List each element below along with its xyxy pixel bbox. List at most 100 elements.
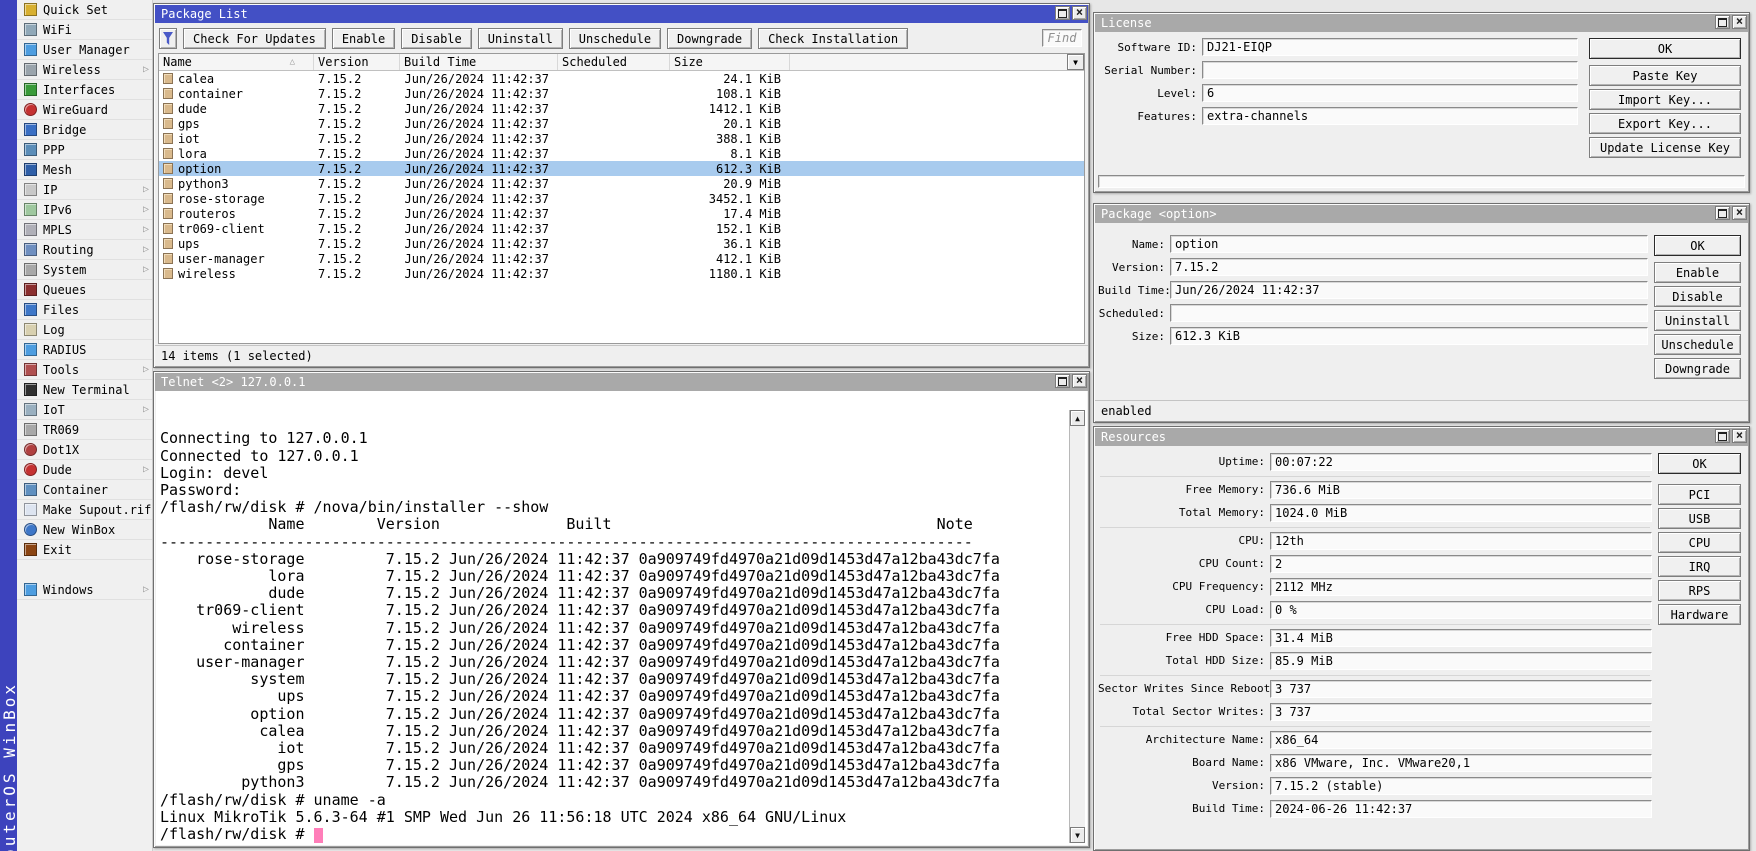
filter-button[interactable] [159, 28, 177, 49]
sidebar-item-dot1x[interactable]: Dot1X [17, 440, 152, 460]
table-row-routeros[interactable]: routeros7.15.2Jun/26/2024 11:42:3717.4 M… [159, 206, 1084, 221]
table-row-dude[interactable]: dude7.15.2Jun/26/2024 11:42:371412.1 KiB [159, 101, 1084, 116]
check-installation-button[interactable]: Check Installation [758, 28, 908, 49]
field-sector-writes-since-reboot[interactable]: 3 737 [1270, 680, 1652, 698]
table-row-tr069-client[interactable]: tr069-client7.15.2Jun/26/2024 11:42:3715… [159, 221, 1084, 236]
maximize-icon[interactable] [1715, 206, 1730, 220]
find-button[interactable]: Find [1042, 29, 1082, 47]
enable-button[interactable]: Enable [1654, 262, 1741, 283]
sidebar-item-wireguard[interactable]: WireGuard [17, 100, 152, 120]
table-row-calea[interactable]: calea7.15.2Jun/26/2024 11:42:3724.1 KiB [159, 71, 1084, 86]
field-build-time[interactable]: Jun/26/2024 11:42:37 [1170, 281, 1648, 299]
field-total-memory[interactable]: 1024.0 MiB [1270, 504, 1652, 522]
sidebar-item-system[interactable]: System [17, 260, 152, 280]
package-option-titlebar[interactable]: Package <option> [1095, 205, 1748, 223]
package-list-titlebar[interactable]: Package List [155, 5, 1088, 23]
sidebar-item-routing[interactable]: Routing [17, 240, 152, 260]
sidebar-item-tr069[interactable]: TR069 [17, 420, 152, 440]
sidebar-item-wifi[interactable]: WiFi [17, 20, 152, 40]
table-row-ups[interactable]: ups7.15.2Jun/26/2024 11:42:3736.1 KiB [159, 236, 1084, 251]
field-build-time[interactable]: 2024-06-26 11:42:37 [1270, 800, 1652, 818]
unschedule-button[interactable]: Unschedule [569, 28, 661, 49]
table-row-python3[interactable]: python37.15.2Jun/26/2024 11:42:3720.9 Mi… [159, 176, 1084, 191]
uninstall-button[interactable]: Uninstall [478, 28, 563, 49]
field-cpu-count[interactable]: 2 [1270, 555, 1652, 573]
field-free-hdd-space[interactable]: 31.4 MiB [1270, 629, 1652, 647]
resources-titlebar[interactable]: Resources [1095, 428, 1748, 446]
maximize-icon[interactable] [1055, 374, 1070, 388]
sidebar-item-radius[interactable]: RADIUS [17, 340, 152, 360]
check-for-updates-button[interactable]: Check For Updates [183, 28, 326, 49]
table-row-gps[interactable]: gps7.15.2Jun/26/2024 11:42:3720.1 KiB [159, 116, 1084, 131]
sidebar-item-container[interactable]: Container [17, 480, 152, 500]
usb-button[interactable]: USB [1658, 508, 1741, 529]
field-size[interactable]: 612.3 KiB [1170, 327, 1648, 345]
irq-button[interactable]: IRQ [1658, 556, 1741, 577]
sidebar-item-make-supout-rif[interactable]: Make Supout.rif [17, 500, 152, 520]
field-cpu-frequency[interactable]: 2112 MHz [1270, 578, 1652, 596]
table-row-wireless[interactable]: wireless7.15.2Jun/26/2024 11:42:371180.1… [159, 266, 1084, 281]
sidebar-item-tools[interactable]: Tools [17, 360, 152, 380]
sidebar-item-interfaces[interactable]: Interfaces [17, 80, 152, 100]
field-software-id[interactable]: DJ21-EIQP [1202, 38, 1578, 56]
downgrade-button[interactable]: Downgrade [1654, 358, 1741, 379]
maximize-icon[interactable] [1715, 15, 1730, 29]
column-header-build-time[interactable]: Build Time [400, 54, 558, 70]
paste-key-button[interactable]: Paste Key [1589, 65, 1741, 86]
unschedule-button[interactable]: Unschedule [1654, 334, 1741, 355]
sidebar-item-queues[interactable]: Queues [17, 280, 152, 300]
sidebar-item-mesh[interactable]: Mesh [17, 160, 152, 180]
uninstall-button[interactable]: Uninstall [1654, 310, 1741, 331]
ok-button[interactable]: OK [1654, 235, 1741, 256]
scroll-up-icon[interactable] [1070, 410, 1085, 426]
close-icon[interactable] [1072, 6, 1087, 20]
sidebar-item-bridge[interactable]: Bridge [17, 120, 152, 140]
sidebar-item-quick-set[interactable]: Quick Set [17, 0, 152, 20]
table-row-option[interactable]: option7.15.2Jun/26/2024 11:42:37612.3 Ki… [159, 161, 1084, 176]
sidebar-item-iot[interactable]: IoT [17, 400, 152, 420]
field-features[interactable]: extra-channels [1202, 107, 1578, 125]
field-level[interactable]: 6 [1202, 84, 1578, 102]
enable-button[interactable]: Enable [332, 28, 395, 49]
maximize-icon[interactable] [1055, 6, 1070, 20]
field-scheduled[interactable] [1170, 304, 1648, 322]
field-version[interactable]: 7.15.2 [1170, 258, 1648, 276]
column-header-size[interactable]: Size [670, 54, 790, 70]
package-table[interactable]: NameVersionBuild TimeScheduledSize calea… [158, 53, 1085, 344]
downgrade-button[interactable]: Downgrade [667, 28, 752, 49]
table-row-user-manager[interactable]: user-manager7.15.2Jun/26/2024 11:42:3741… [159, 251, 1084, 266]
column-select-dropdown-icon[interactable] [1067, 54, 1084, 70]
column-header-scheduled[interactable]: Scheduled [558, 54, 670, 70]
table-row-container[interactable]: container7.15.2Jun/26/2024 11:42:37108.1… [159, 86, 1084, 101]
license-titlebar[interactable]: License [1095, 14, 1748, 32]
export-key-button[interactable]: Export Key... [1589, 113, 1741, 134]
field-version[interactable]: 7.15.2 (stable) [1270, 777, 1652, 795]
sidebar-item-new-winbox[interactable]: New WinBox [17, 520, 152, 540]
close-icon[interactable] [1732, 15, 1747, 29]
import-key-button[interactable]: Import Key... [1589, 89, 1741, 110]
disable-button[interactable]: Disable [401, 28, 472, 49]
field-board-name[interactable]: x86 VMware, Inc. VMware20,1 [1270, 754, 1652, 772]
table-row-rose-storage[interactable]: rose-storage7.15.2Jun/26/2024 11:42:3734… [159, 191, 1084, 206]
close-icon[interactable] [1732, 429, 1747, 443]
sidebar-item-mpls[interactable]: MPLS [17, 220, 152, 240]
telnet-titlebar[interactable]: Telnet <2> 127.0.0.1 [155, 373, 1088, 391]
sidebar-item-ipv6[interactable]: IPv6 [17, 200, 152, 220]
field-cpu-load[interactable]: 0 % [1270, 601, 1652, 619]
field-serial-number[interactable] [1202, 61, 1578, 79]
pci-button[interactable]: PCI [1658, 484, 1741, 505]
sidebar-item-ppp[interactable]: PPP [17, 140, 152, 160]
close-icon[interactable] [1072, 374, 1087, 388]
rps-button[interactable]: RPS [1658, 580, 1741, 601]
field-free-memory[interactable]: 736.6 MiB [1270, 481, 1652, 499]
field-uptime[interactable]: 00:07:22 [1270, 453, 1652, 471]
column-header-name[interactable]: Name [159, 54, 314, 70]
field-total-sector-writes[interactable]: 3 737 [1270, 703, 1652, 721]
terminal-output[interactable]: Connecting to 127.0.0.1 Connected to 127… [156, 391, 1087, 845]
field-total-hdd-size[interactable]: 85.9 MiB [1270, 652, 1652, 670]
sidebar-item-files[interactable]: Files [17, 300, 152, 320]
terminal-scrollbar[interactable] [1069, 410, 1085, 843]
sidebar-item-user-manager[interactable]: User Manager [17, 40, 152, 60]
field-cpu[interactable]: 12th [1270, 532, 1652, 550]
scroll-down-icon[interactable] [1070, 827, 1085, 843]
